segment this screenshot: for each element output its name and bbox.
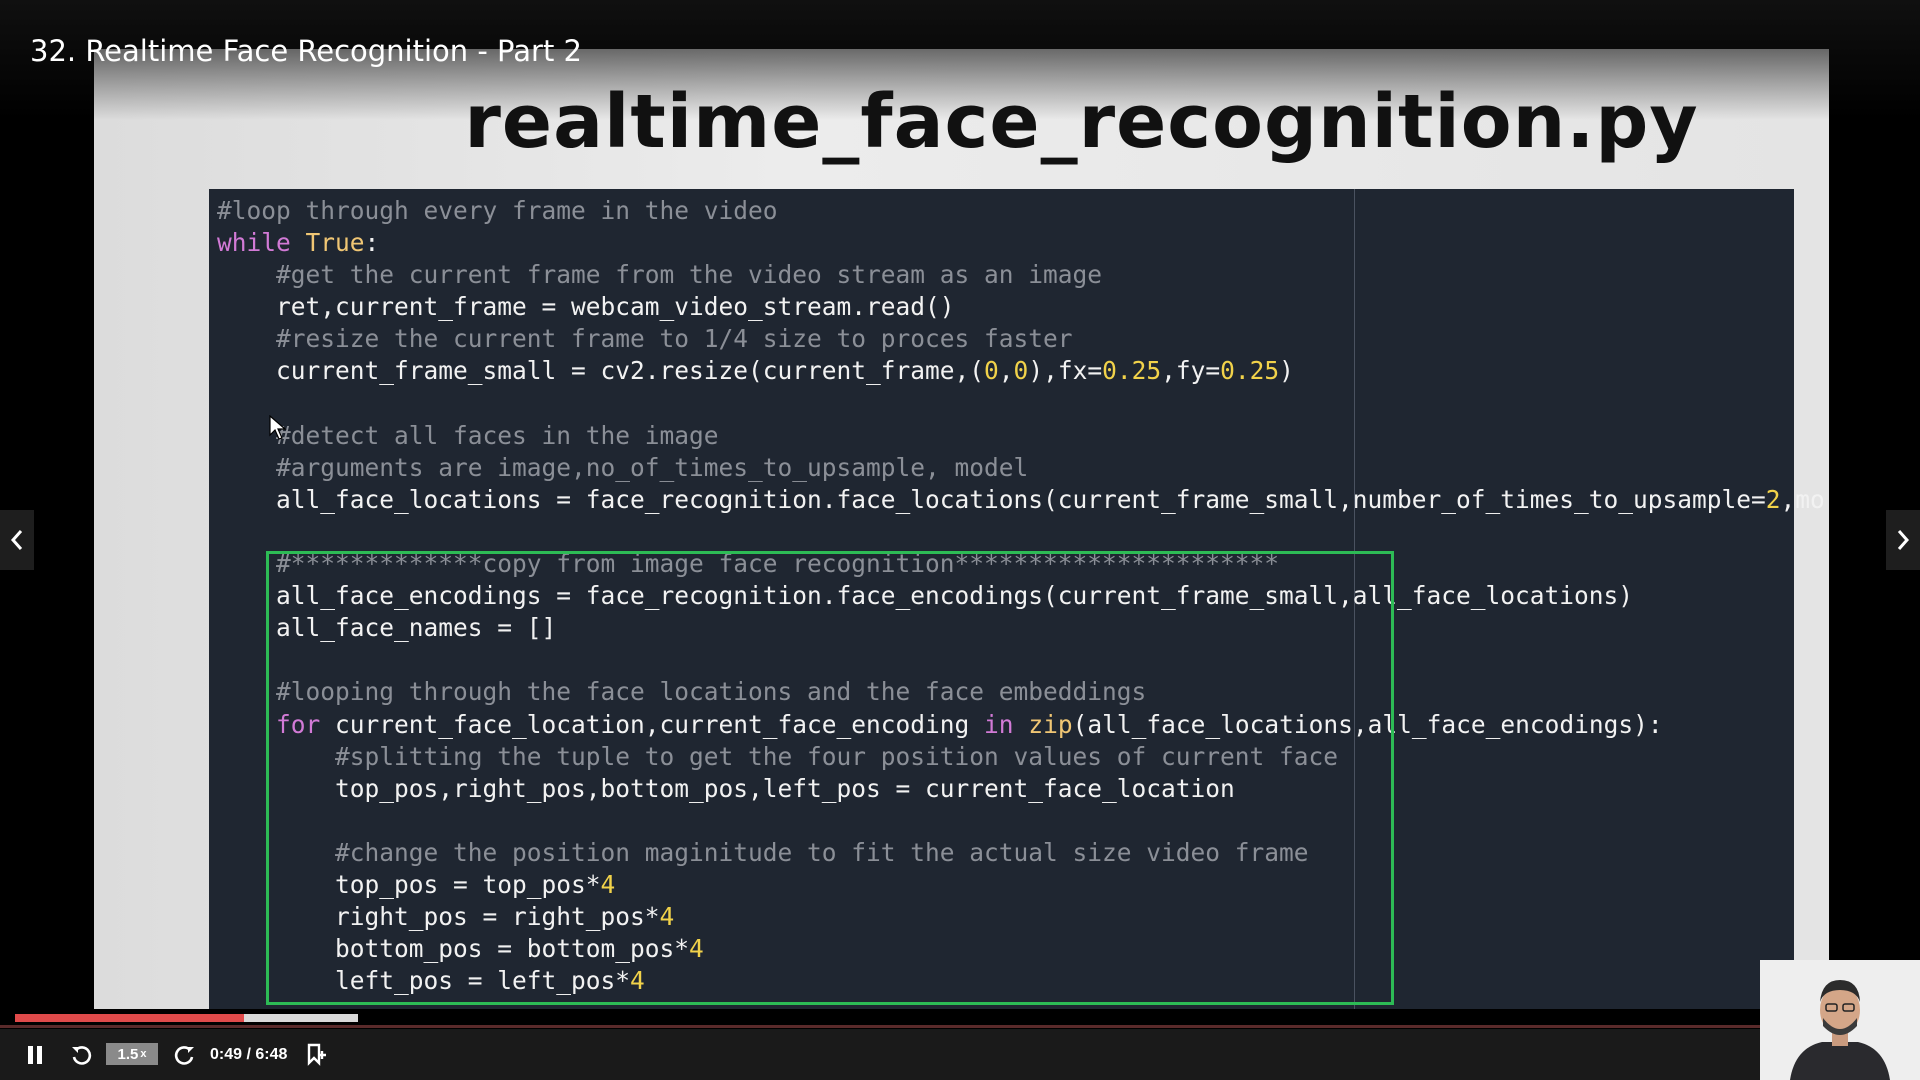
chevron-left-icon — [10, 530, 23, 550]
highlight-box — [266, 551, 1394, 1005]
code-token: 2 — [1765, 484, 1781, 514]
code-token: current_frame_small = cv2.resize(current… — [217, 356, 985, 386]
code-line: #get the current frame from the video st… — [217, 259, 1825, 291]
code-token: ),fx= — [1028, 356, 1103, 386]
code-token: #detect all faces in the image — [217, 420, 719, 450]
code-token: while — [217, 228, 306, 258]
code-panel: #loop through every frame in the video wh… — [209, 189, 1825, 1009]
code-token: ,mo — [1780, 484, 1825, 514]
instructor-avatar — [1760, 960, 1920, 1080]
chevron-right-icon — [1897, 530, 1910, 550]
next-lecture-button[interactable] — [1886, 510, 1920, 570]
time-display: 0:49 / 6:48 — [210, 1045, 288, 1063]
rewind-icon — [72, 1045, 92, 1065]
code-line: #loop through every frame in the video — [217, 195, 1825, 227]
code-token: ret,current_frame = webcam_video_stream.… — [217, 292, 955, 322]
slide-heading: realtime_face_recognition.py — [464, 79, 1699, 165]
code-token: #get the current frame from the video st… — [217, 260, 1103, 290]
forward-icon — [174, 1045, 194, 1065]
control-bar: 1.5 x 0:49 / 6:48 — [0, 1029, 1920, 1080]
code-token: True — [305, 228, 365, 258]
code-token: 0 — [984, 356, 999, 386]
code-token: all_face_locations = face_recognition.fa… — [217, 484, 1766, 514]
instructor-webcam — [1760, 960, 1920, 1080]
code-line: ret,current_frame = webcam_video_stream.… — [217, 291, 1825, 323]
code-line: all_face_locations = face_recognition.fa… — [217, 484, 1825, 516]
playback-speed-button[interactable]: 1.5 x — [106, 1043, 158, 1065]
code-line: #resize the current frame to 1/4 size to… — [217, 323, 1825, 355]
code-token: ,fy= — [1161, 356, 1221, 386]
bookmark-icon — [307, 1043, 326, 1066]
code-token: #arguments are image,no_of_times_to_upsa… — [217, 452, 1029, 482]
code-line: while True: — [217, 227, 1825, 259]
code-token: 0.25 — [1220, 356, 1280, 386]
speed-suffix: x — [140, 1048, 147, 1060]
progress-bar[interactable] — [15, 1014, 244, 1022]
code-line: #arguments are image,no_of_times_to_upsa… — [217, 452, 1825, 484]
code-line: #detect all faces in the image — [217, 420, 1825, 452]
pause-button[interactable] — [18, 1029, 52, 1080]
pause-icon — [28, 1045, 42, 1064]
code-token: : — [364, 228, 380, 258]
code-token: #loop through every frame in the video — [217, 196, 778, 225]
forward-button[interactable] — [168, 1029, 202, 1080]
code-token: ) — [1279, 356, 1294, 386]
video-title: 32. Realtime Face Recognition - Part 2 — [30, 34, 582, 68]
video-frame[interactable]: realtime_face_recognition.py #loop throu… — [94, 49, 1829, 1009]
previous-lecture-button[interactable] — [0, 510, 34, 570]
speed-label: 1.5 — [117, 1045, 139, 1063]
code-token: 0.25 — [1102, 356, 1162, 386]
bookmark-button[interactable] — [300, 1029, 334, 1080]
progress-track[interactable] — [0, 1025, 1920, 1028]
rewind-button[interactable] — [64, 1029, 98, 1080]
code-token: #resize the current frame to 1/4 size to… — [217, 324, 1073, 354]
code-token: 0 — [1013, 356, 1029, 386]
code-line: current_frame_small = cv2.resize(current… — [217, 355, 1825, 387]
code-token: , — [998, 356, 1014, 386]
